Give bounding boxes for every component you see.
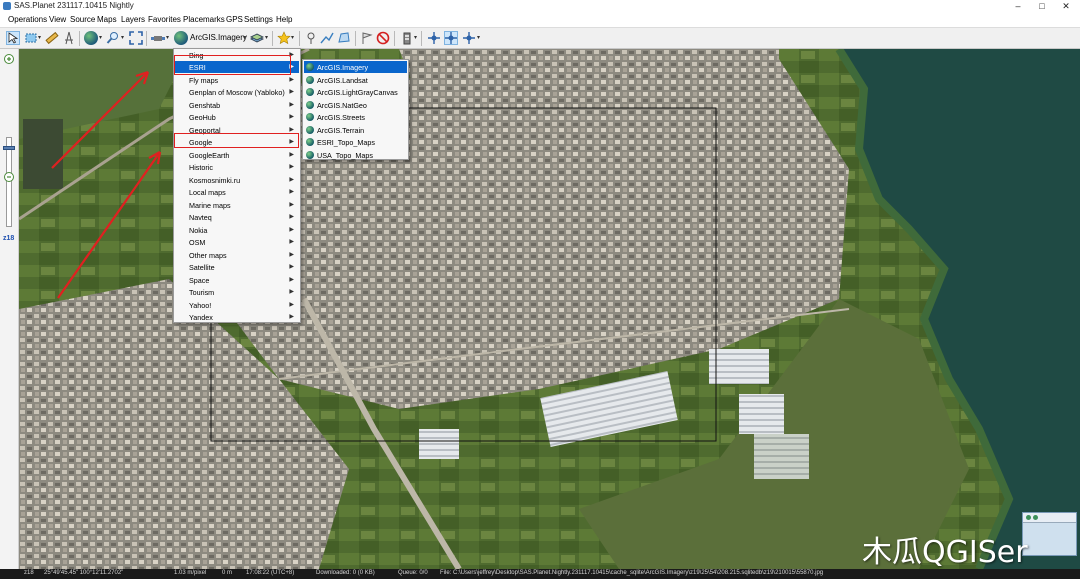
- globe-icon: [306, 125, 314, 134]
- status-zoom: z18: [24, 570, 34, 576]
- globe-icon: [306, 75, 314, 84]
- maps-source-menu: Bing ▶ ESRI ▶ Fly maps ▶ Genplan of Moscow …: [173, 48, 301, 323]
- menu-item-genshtab[interactable]: Genshtab ▶: [175, 99, 299, 111]
- status-scale: 1.03 m/pixel: [174, 570, 207, 576]
- minimap-header: [1023, 513, 1076, 523]
- menu-item-fly-maps[interactable]: Fly maps ▶: [175, 74, 299, 86]
- chevron-right-icon: ▶: [289, 301, 294, 308]
- menu-item-space[interactable]: Space ▶: [175, 274, 299, 286]
- status-time: 17:08:22 (UTC+8): [246, 570, 295, 576]
- highlight-google: [174, 133, 299, 148]
- menu-item-osm[interactable]: OSM ▶: [175, 236, 299, 248]
- chevron-right-icon: ▶: [289, 276, 294, 283]
- status-bar: z18 25°49'45.45" 100°12'11.2702" 1.03 m/…: [0, 569, 1080, 579]
- minimap-zoom-out-icon[interactable]: [1033, 515, 1038, 520]
- chevron-right-icon: ▶: [289, 189, 294, 195]
- menu-item-satellite[interactable]: Satellite ▶: [175, 261, 299, 273]
- esri-submenu: ArcGIS.Imagery ArcGIS.Landsat ArcGIS.Lig…: [302, 59, 409, 160]
- chevron-right-icon: ▶: [289, 289, 294, 295]
- menu-item-nokia[interactable]: Nokia ▶: [175, 224, 299, 236]
- chevron-right-icon: ▶: [289, 126, 294, 133]
- menu-item-geohub[interactable]: GeoHub ▶: [175, 111, 299, 123]
- submenu-item-arcgis-terrain[interactable]: ArcGIS.Terrain: [304, 124, 407, 136]
- menu-item-yahoo[interactable]: Yahoo! ▶: [175, 299, 299, 311]
- chevron-right-icon: ▶: [289, 214, 294, 220]
- globe-icon: [306, 113, 314, 121]
- submenu-item-arcgis-natgeo[interactable]: ArcGIS.NatGeo: [304, 99, 407, 111]
- globe-icon: [306, 150, 314, 159]
- chevron-right-icon: ▶: [289, 226, 294, 233]
- menu-item-marine-maps[interactable]: Marine maps ▶: [175, 199, 299, 211]
- menu-item-historic[interactable]: Historic ▶: [175, 161, 299, 173]
- chevron-right-icon: ▶: [289, 151, 294, 158]
- highlight-esri: [174, 55, 291, 75]
- status-distance: 0 m: [222, 570, 233, 576]
- submenu-item-arcgis-landsat[interactable]: ArcGIS.Landsat: [304, 74, 407, 86]
- minimap-zoom-in-icon[interactable]: [1026, 515, 1031, 520]
- globe-icon: [306, 63, 314, 71]
- chevron-right-icon: ▶: [289, 76, 294, 83]
- status-file-path: File: C:\Users\jeffrey\Desktop\SAS.Plane…: [440, 570, 824, 576]
- chevron-right-icon: ▶: [289, 201, 294, 208]
- menu-item-kosmosnimki[interactable]: Kosmosnimki.ru ▶: [175, 174, 299, 186]
- watermark: 木瓜QGISer: [862, 535, 1028, 570]
- menu-item-local-maps[interactable]: Local maps ▶: [175, 186, 299, 198]
- menu-item-navteq[interactable]: Navteq ▶: [175, 211, 299, 223]
- chevron-right-icon: ▶: [289, 176, 294, 183]
- status-coordinates: 25°49'45.45" 100°12'11.2702": [44, 570, 124, 576]
- chevron-right-icon: ▶: [289, 251, 294, 258]
- minimap[interactable]: [1022, 512, 1077, 556]
- chevron-right-icon: ▶: [289, 101, 294, 108]
- menu-item-genplan-moscow[interactable]: Genplan of Moscow (Yabloko) ▶: [175, 86, 299, 98]
- globe-icon: [306, 138, 314, 146]
- menu-item-tourism[interactable]: Tourism ▶: [175, 286, 299, 298]
- chevron-right-icon: ▶: [289, 114, 294, 120]
- chevron-right-icon: ▶: [289, 314, 294, 320]
- submenu-item-arcgis-imagery[interactable]: ArcGIS.Imagery: [304, 61, 407, 73]
- globe-icon: [306, 100, 314, 109]
- chevron-right-icon: ▶: [289, 89, 294, 95]
- submenu-item-arcgis-streets[interactable]: ArcGIS.Streets: [304, 111, 407, 123]
- annotation-arrows: [51, 70, 162, 299]
- submenu-item-esri-topo-maps[interactable]: ESRI_Topo_Maps: [304, 136, 407, 148]
- status-downloaded: Downloaded: 0 (0 KB): [316, 570, 375, 576]
- arrow-to-esri: [51, 71, 149, 169]
- chevron-right-icon: ▶: [289, 239, 294, 245]
- menu-item-yandex[interactable]: Yandex ▶: [175, 311, 299, 323]
- arrow-to-google: [57, 151, 161, 299]
- submenu-item-usa-topo-maps[interactable]: USA_Topo_Maps: [304, 149, 407, 161]
- submenu-item-arcgis-lightgraycanvas[interactable]: ArcGIS.LightGrayCanvas: [304, 86, 407, 98]
- status-queue: Queue: 0/0: [398, 570, 428, 576]
- globe-icon: [306, 88, 314, 96]
- chevron-right-icon: ▶: [289, 264, 294, 270]
- menu-item-googleearth[interactable]: GoogleEarth ▶: [175, 149, 299, 161]
- chevron-right-icon: ▶: [289, 164, 294, 170]
- menu-item-other-maps[interactable]: Other maps ▶: [175, 249, 299, 261]
